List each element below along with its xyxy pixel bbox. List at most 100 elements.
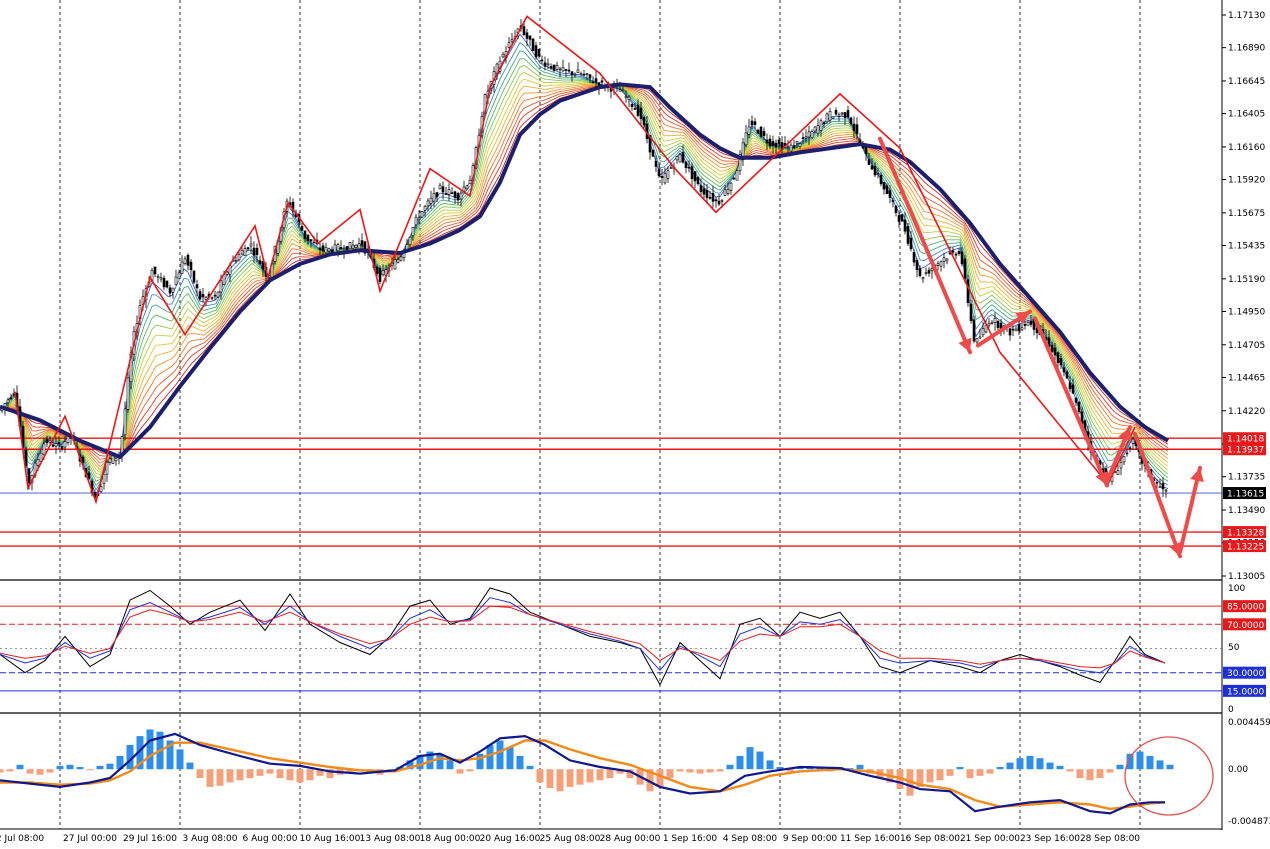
candle-body bbox=[414, 216, 418, 226]
price-tick-label: 1.13490 bbox=[1228, 506, 1265, 516]
candle-body bbox=[423, 206, 427, 211]
macd-histogram-bar bbox=[226, 769, 234, 783]
candle-body bbox=[573, 73, 577, 76]
candle-body bbox=[729, 182, 733, 191]
candle-body bbox=[57, 441, 61, 445]
candle-body bbox=[717, 200, 721, 205]
candle-body bbox=[42, 443, 46, 455]
macd-histogram-bar bbox=[236, 769, 244, 781]
candle-body bbox=[624, 96, 628, 98]
chart-svg[interactable]: 1.17130 1.16890 1.16645 1.16405 1.16160 1.159… bbox=[0, 0, 1270, 845]
candle-body bbox=[897, 215, 901, 222]
candle-body bbox=[465, 185, 469, 190]
candle-body bbox=[528, 35, 532, 40]
macd-histogram-bar bbox=[286, 769, 294, 781]
candle-body bbox=[186, 254, 190, 266]
candle-body bbox=[357, 243, 361, 250]
time-label: 25 Aug 08:00 bbox=[540, 834, 601, 844]
macd-histogram-bar bbox=[206, 769, 214, 787]
candle-body bbox=[969, 303, 973, 321]
candle-body bbox=[759, 126, 763, 137]
candle-body bbox=[9, 397, 13, 400]
macd-histogram-bar bbox=[86, 769, 94, 771]
candle-body bbox=[1023, 323, 1027, 326]
macd-histogram-bar bbox=[1116, 764, 1124, 770]
candle-body bbox=[1161, 483, 1165, 490]
macd-histogram-bar bbox=[476, 753, 484, 770]
candle-body bbox=[702, 188, 706, 195]
macd-histogram-bar bbox=[176, 749, 184, 770]
candle-body bbox=[1122, 456, 1126, 463]
candle-body bbox=[918, 268, 922, 276]
candle-body bbox=[45, 439, 49, 444]
candle-body bbox=[252, 247, 256, 256]
candle-body bbox=[54, 443, 58, 447]
macd-histogram-bar bbox=[1106, 769, 1114, 773]
trading-chart[interactable]: 1.17130 1.16890 1.16645 1.16405 1.16160 1.159… bbox=[0, 0, 1270, 845]
level-badge-label: 1.13615 bbox=[1227, 490, 1264, 500]
candle-body bbox=[1065, 371, 1069, 379]
macd-histogram-bar bbox=[556, 769, 564, 792]
candle-body bbox=[801, 137, 805, 139]
macd-histogram-bar bbox=[676, 769, 684, 772]
candle-body bbox=[924, 272, 928, 275]
candle-body bbox=[240, 250, 244, 255]
candle-body bbox=[87, 472, 91, 479]
rsi-level-badge-label: 15.0000 bbox=[1227, 687, 1264, 697]
macd-histogram-bar bbox=[606, 769, 614, 779]
candle-body bbox=[744, 132, 748, 146]
candle-body bbox=[675, 156, 679, 161]
candle-body bbox=[753, 121, 757, 125]
candle-body bbox=[882, 182, 886, 190]
macd-histogram-bar bbox=[266, 769, 274, 774]
candle-body bbox=[1008, 328, 1012, 336]
macd-histogram-bar bbox=[1086, 769, 1094, 781]
candle-body bbox=[792, 145, 796, 149]
candle-body bbox=[711, 193, 715, 202]
candle-body bbox=[225, 271, 229, 275]
macd-histogram-bar bbox=[76, 767, 84, 770]
time-label: 21 Sep 00:00 bbox=[960, 834, 1020, 844]
candle-body bbox=[633, 108, 637, 110]
macd-tick-label: -0.004873 bbox=[1228, 817, 1270, 827]
candle-body bbox=[204, 296, 208, 301]
candle-body bbox=[879, 175, 883, 185]
time-label: 3 Aug 08:00 bbox=[183, 834, 238, 844]
candle-body bbox=[870, 165, 874, 170]
candle-body bbox=[327, 248, 331, 252]
candle-body bbox=[987, 323, 991, 326]
macd-histogram-bar bbox=[246, 769, 254, 779]
macd-histogram-bar bbox=[1056, 765, 1064, 770]
candle-body bbox=[1059, 358, 1063, 366]
candle-body bbox=[1062, 367, 1066, 373]
candle-body bbox=[426, 200, 430, 207]
candle-body bbox=[1068, 382, 1072, 390]
macd-histogram-bar bbox=[256, 769, 264, 776]
rsi-tick-label: 50 bbox=[1228, 643, 1240, 653]
candle-body bbox=[183, 258, 187, 264]
price-tick-label: 1.15435 bbox=[1228, 242, 1265, 252]
macd-histogram-bar bbox=[56, 765, 64, 770]
macd-histogram-bar bbox=[26, 769, 34, 774]
macd-histogram-bar bbox=[756, 751, 764, 770]
candle-body bbox=[537, 49, 541, 57]
candle-body bbox=[306, 234, 310, 241]
candle-body bbox=[960, 251, 964, 265]
candle-body bbox=[249, 243, 253, 247]
candle-body bbox=[762, 131, 766, 136]
candle-body bbox=[777, 139, 781, 145]
candle-body bbox=[216, 291, 220, 298]
macd-histogram-bar bbox=[566, 769, 574, 787]
macd-histogram-bar bbox=[106, 763, 114, 770]
candle-body bbox=[525, 32, 529, 39]
candle-body bbox=[435, 192, 439, 198]
candle-body bbox=[168, 287, 172, 294]
candle-body bbox=[540, 59, 544, 62]
candle-body bbox=[180, 261, 184, 275]
candle-body bbox=[159, 277, 163, 280]
candle-body bbox=[750, 120, 754, 126]
macd-histogram-bar bbox=[146, 729, 154, 770]
macd-histogram-bar bbox=[586, 769, 594, 783]
macd-histogram-bar bbox=[0, 769, 4, 773]
candle-body bbox=[660, 176, 664, 178]
